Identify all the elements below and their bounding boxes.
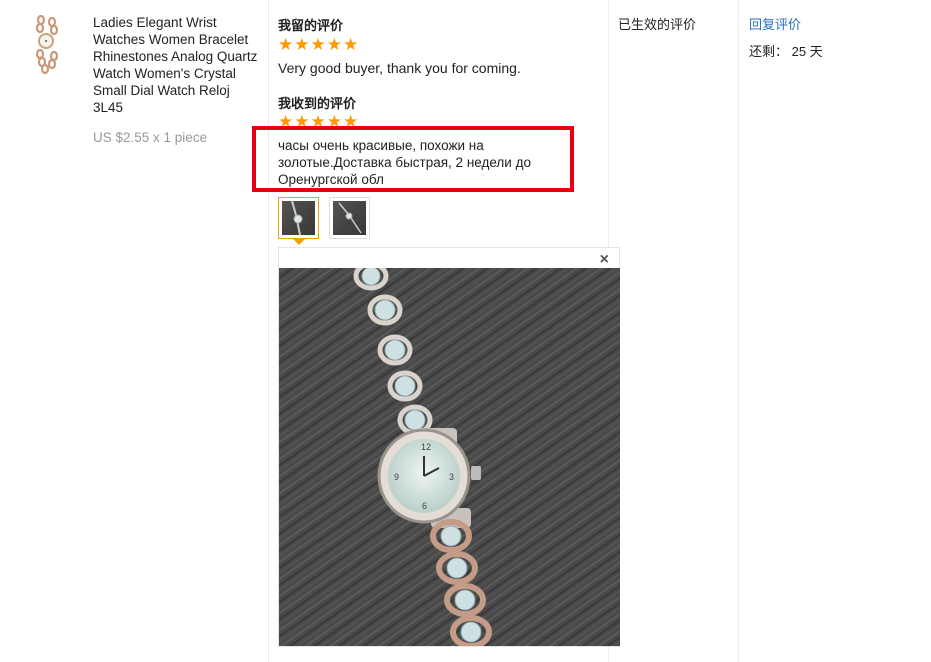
watch-photo-thumbnail-icon [282, 201, 315, 235]
star-icon: ★ [278, 35, 294, 54]
watch-thumbnail-icon [35, 14, 59, 75]
given-feedback-title: 我留的评价 [278, 18, 344, 33]
given-feedback-text: Very good buyer, thank you for coming. [278, 60, 521, 76]
given-rating-stars: ★ ★ ★ ★ ★ [278, 36, 358, 53]
photo-thumbnail[interactable] [278, 197, 319, 239]
annotation-highlight-box [252, 126, 574, 192]
feedback-cell: 我留的评价 ★ ★ ★ ★ ★ Very good buyer, thank y… [252, 0, 620, 662]
svg-text:6: 6 [422, 501, 427, 511]
product-cell: Ladies Elegant Wrist Watches Women Brace… [0, 0, 268, 662]
status-cell: 已生效的评价 [609, 0, 738, 662]
product-title[interactable]: Ladies Elegant Wrist Watches Women Brace… [93, 14, 263, 116]
svg-text:9: 9 [394, 472, 399, 482]
active-thumb-arrow [293, 239, 305, 245]
star-icon: ★ [326, 35, 342, 54]
feedback-status: 已生效的评价 [618, 17, 697, 32]
product-thumbnail[interactable] [32, 14, 62, 75]
photo-thumbnail[interactable] [329, 197, 370, 239]
svg-text:12: 12 [421, 442, 431, 452]
reply-feedback-link[interactable]: 回复评价 [749, 14, 801, 33]
photo-viewer: × 12 3 6 9 [278, 247, 620, 647]
remaining-days: 还剩： 25 天 [749, 44, 823, 59]
star-icon: ★ [310, 35, 326, 54]
close-icon[interactable]: × [600, 251, 609, 269]
svg-text:3: 3 [449, 472, 454, 482]
review-photo: 12 3 6 9 [279, 268, 620, 646]
watch-photo-icon: 12 3 6 9 [279, 268, 620, 646]
star-icon: ★ [343, 35, 359, 54]
star-icon: ★ [294, 35, 310, 54]
watch-photo-thumbnail-icon [333, 201, 366, 235]
received-feedback-title: 我收到的评价 [278, 96, 357, 111]
product-price: US $2.55 x 1 piece [93, 130, 208, 145]
actions-cell: 回复评价 还剩： 25 天 [739, 0, 931, 662]
